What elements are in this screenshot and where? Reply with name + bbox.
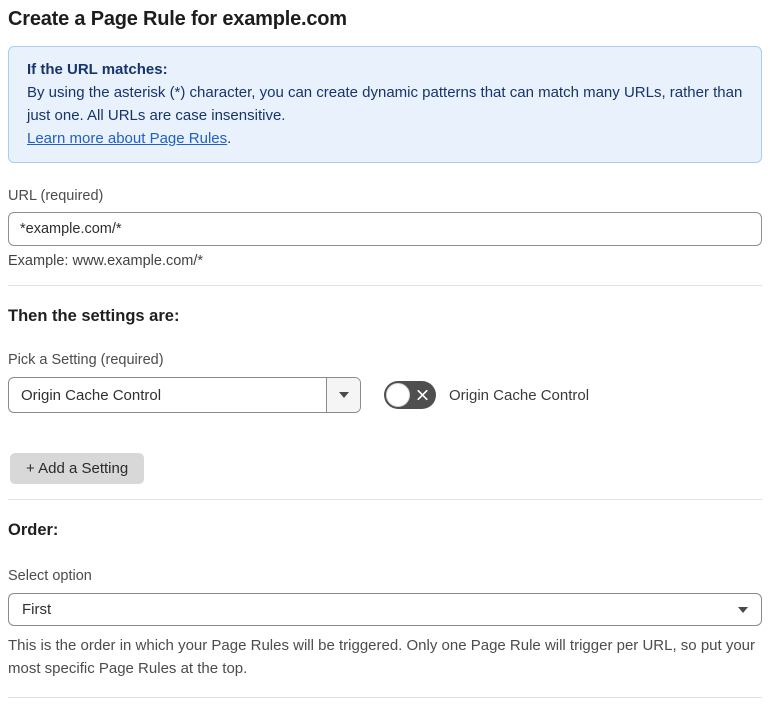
order-select[interactable]: First xyxy=(8,593,762,626)
setting-select[interactable]: Origin Cache Control xyxy=(8,377,361,413)
setting-select-value: Origin Cache Control xyxy=(21,386,162,404)
url-input[interactable] xyxy=(8,212,762,246)
setting-row: Origin Cache Control Origin Cache Contro… xyxy=(8,377,762,413)
origin-cache-control-toggle[interactable] xyxy=(384,381,436,409)
order-section-heading: Order: xyxy=(8,521,59,539)
toggle-knob xyxy=(386,383,410,407)
url-example-helper: Example: www.example.com/* xyxy=(8,253,204,269)
toggle-off-x-icon xyxy=(416,389,429,402)
divider xyxy=(8,697,762,698)
order-helper-text: This is the order in which your Page Rul… xyxy=(8,637,756,677)
info-box-heading: If the URL matches: xyxy=(27,61,168,78)
url-field-label: URL (required) xyxy=(8,188,104,204)
order-select-label: Select option xyxy=(8,568,92,584)
settings-section-heading: Then the settings are: xyxy=(8,307,180,325)
setting-select-caret-button[interactable] xyxy=(326,378,360,412)
page-rule-form: Create a Page Rule for example.com If th… xyxy=(0,0,770,710)
pick-setting-label: Pick a Setting (required) xyxy=(8,352,164,368)
url-match-info-box: If the URL matches: By using the asteris… xyxy=(8,46,762,163)
link-suffix: . xyxy=(227,130,232,147)
info-box-link-line: Learn more about Page Rules. xyxy=(27,127,743,150)
page-title: Create a Page Rule for example.com xyxy=(8,8,347,30)
chevron-down-icon xyxy=(338,392,349,398)
add-setting-button[interactable]: + Add a Setting xyxy=(10,453,145,484)
order-select-value: First xyxy=(22,601,52,618)
toggle-setting-name: Origin Cache Control xyxy=(449,386,590,404)
info-box-body: By using the asterisk (*) character, you… xyxy=(27,84,743,124)
learn-more-link[interactable]: Learn more about Page Rules xyxy=(27,130,227,147)
chevron-down-icon xyxy=(738,606,748,613)
divider xyxy=(8,499,762,500)
divider xyxy=(8,285,762,286)
